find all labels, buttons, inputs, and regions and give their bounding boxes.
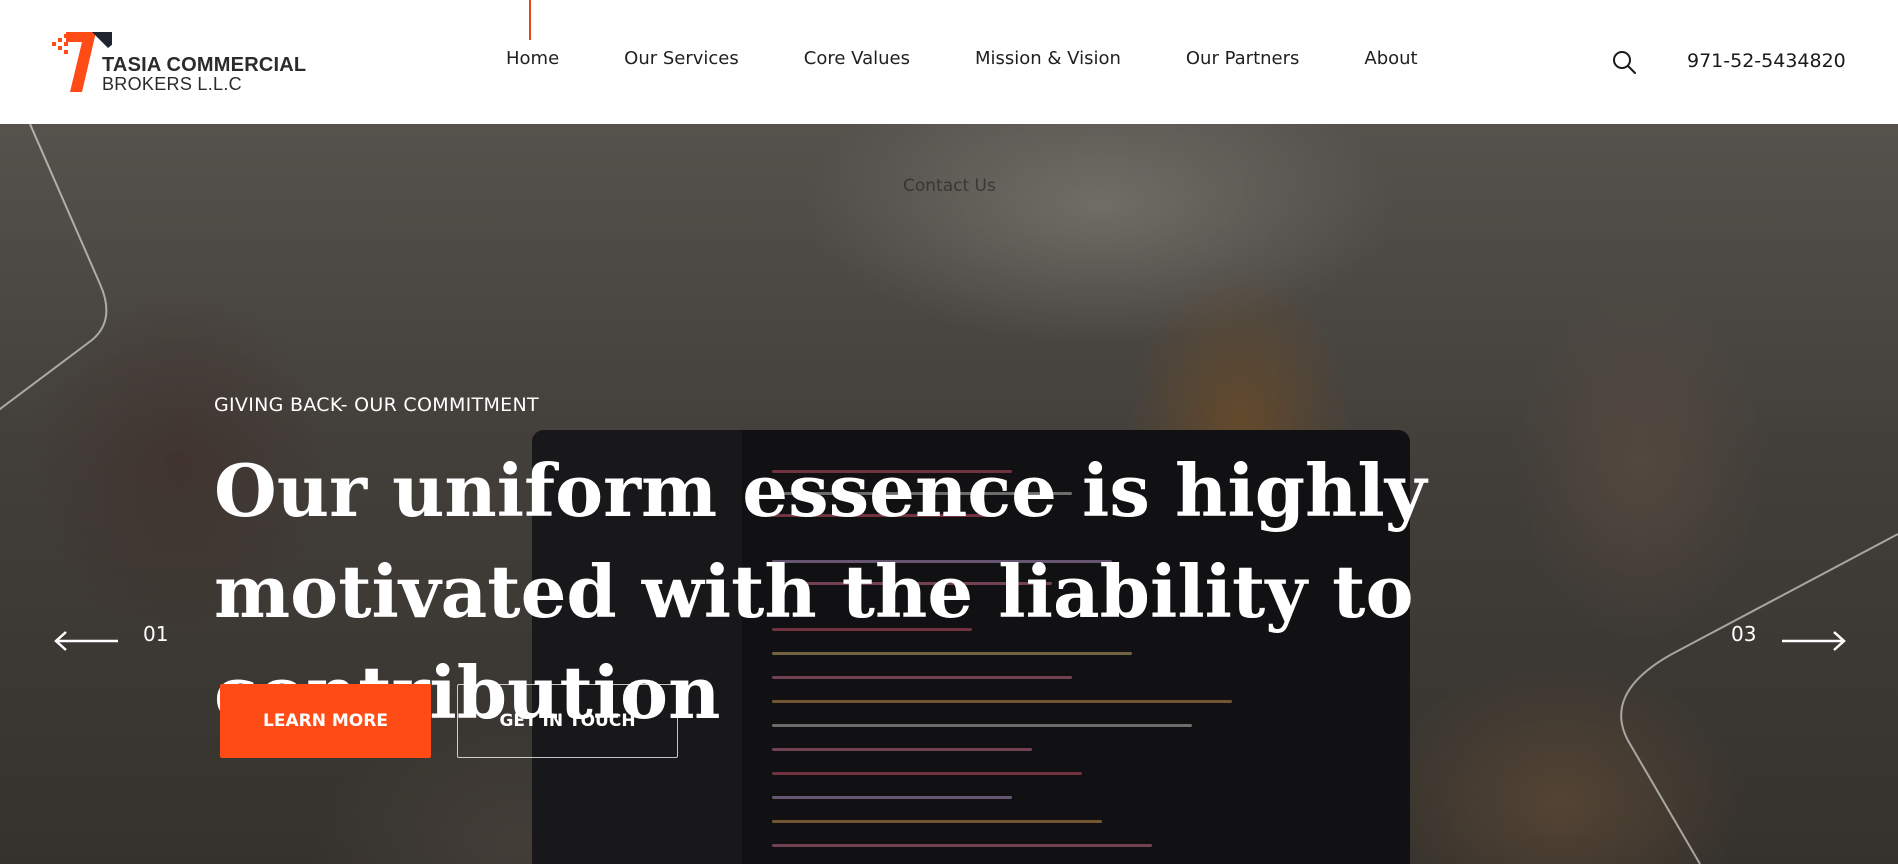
phone-number-link[interactable]: 971-52-5434820: [1687, 50, 1846, 72]
nav-item-our-services[interactable]: Our Services: [624, 48, 739, 69]
slide-number-prev[interactable]: 01: [143, 622, 168, 646]
nav-item-our-partners[interactable]: Our Partners: [1186, 48, 1300, 69]
search-icon[interactable]: [1612, 50, 1636, 74]
brand-subname: BROKERS L.L.C: [102, 74, 242, 94]
main-nav: Home Our Services Core Values Mission & …: [506, 48, 1418, 69]
brand-logo[interactable]: TASIA COMMERCIAL BROKERS L.L.C: [52, 28, 312, 98]
nav-item-about[interactable]: About: [1364, 48, 1417, 69]
learn-more-button[interactable]: LEARN MORE: [220, 684, 431, 758]
nav-active-indicator: [529, 0, 531, 40]
hero-eyebrow: GIVING BACK- OUR COMMITMENT: [214, 394, 539, 416]
arrow-left-icon[interactable]: [52, 629, 122, 653]
hero-headline: Our uniform essence is highly motivated …: [214, 448, 1427, 735]
get-in-touch-button[interactable]: GET IN TOUCH: [457, 684, 678, 758]
hero-slider: Contact Us GIVING BACK- OUR COMMITMENT O…: [0, 124, 1898, 864]
nav-item-contact-us[interactable]: Contact Us: [903, 176, 996, 196]
nav-item-core-values[interactable]: Core Values: [804, 48, 910, 69]
nav-item-home[interactable]: Home: [506, 48, 559, 69]
site-header: TASIA COMMERCIAL BROKERS L.L.C Home Our …: [0, 0, 1898, 124]
nav-item-mission-vision[interactable]: Mission & Vision: [975, 48, 1121, 69]
arrow-right-icon[interactable]: [1778, 629, 1848, 653]
slide-number-next[interactable]: 03: [1731, 622, 1756, 646]
